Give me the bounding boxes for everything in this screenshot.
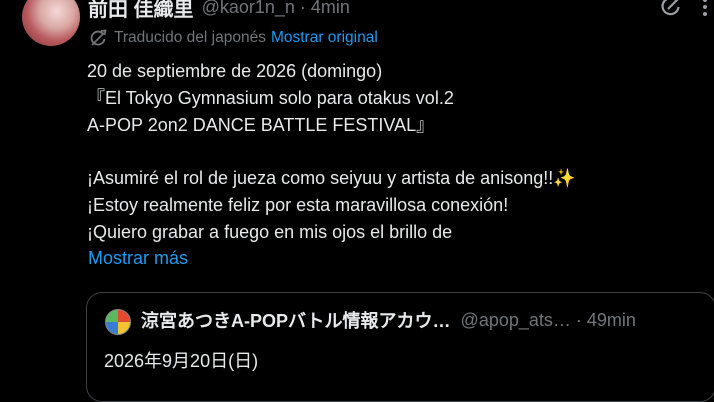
show-more-link[interactable]: Mostrar más: [88, 248, 188, 269]
author-avatar[interactable]: [22, 0, 80, 46]
quoted-author-handle[interactable]: @apop_ats…: [461, 310, 571, 331]
tweet-timestamp[interactable]: 4min: [311, 0, 350, 18]
tweet-line: 『El Tokyo Gymnasium solo para otakus vol…: [87, 87, 454, 108]
tweet-header: 前田 佳織里 @kaor1n_n · 4min: [88, 0, 350, 22]
header-separator: ·: [299, 0, 306, 17]
quoted-tweet-header: 涼宮あつきA-POPバトル情報アカウ… @apop_ats… · 49min: [141, 307, 711, 333]
tweet-line: 20 de septiembre de 2026 (domingo): [87, 61, 383, 81]
tweet-text: 20 de septiembre de 2026 (domingo) 『El To…: [87, 58, 687, 246]
grok-icon[interactable]: [660, 0, 682, 18]
tweet-line: ¡Asumiré el rol de jueza como seiyuu y a…: [87, 168, 576, 189]
translated-label: Traducido del japonés: [114, 29, 266, 46]
quoted-tweet-card[interactable]: 涼宮あつきA-POPバトル情報アカウ… @apop_ats… · 49min 2…: [86, 292, 714, 402]
quoted-tweet-text: 2026年9月20日(日): [104, 351, 259, 371]
tweet-line: ¡Quiero grabar a fuego en mis ojos el br…: [87, 221, 453, 242]
translation-notice: Traducido del japonés Mostrar original: [88, 28, 378, 48]
author-display-name[interactable]: 前田 佳織里: [88, 0, 194, 22]
show-original-link[interactable]: Mostrar original: [271, 29, 378, 47]
author-handle[interactable]: @kaor1n_n: [202, 0, 295, 18]
tweet-line: A-POP 2on2 DANCE BATTLE FESTIVAL』: [87, 114, 435, 135]
refresh-translate-icon: [90, 29, 107, 46]
quoted-author-avatar[interactable]: [105, 309, 131, 335]
quoted-author-display-name[interactable]: 涼宮あつきA-POPバトル情報アカウ…: [141, 307, 451, 333]
more-options-icon[interactable]: [694, 0, 714, 18]
quoted-header-separator: ·: [575, 309, 582, 330]
tweet-line: ¡Estoy realmente feliz por esta maravill…: [87, 194, 509, 215]
quoted-tweet-timestamp[interactable]: 49min: [587, 310, 636, 331]
